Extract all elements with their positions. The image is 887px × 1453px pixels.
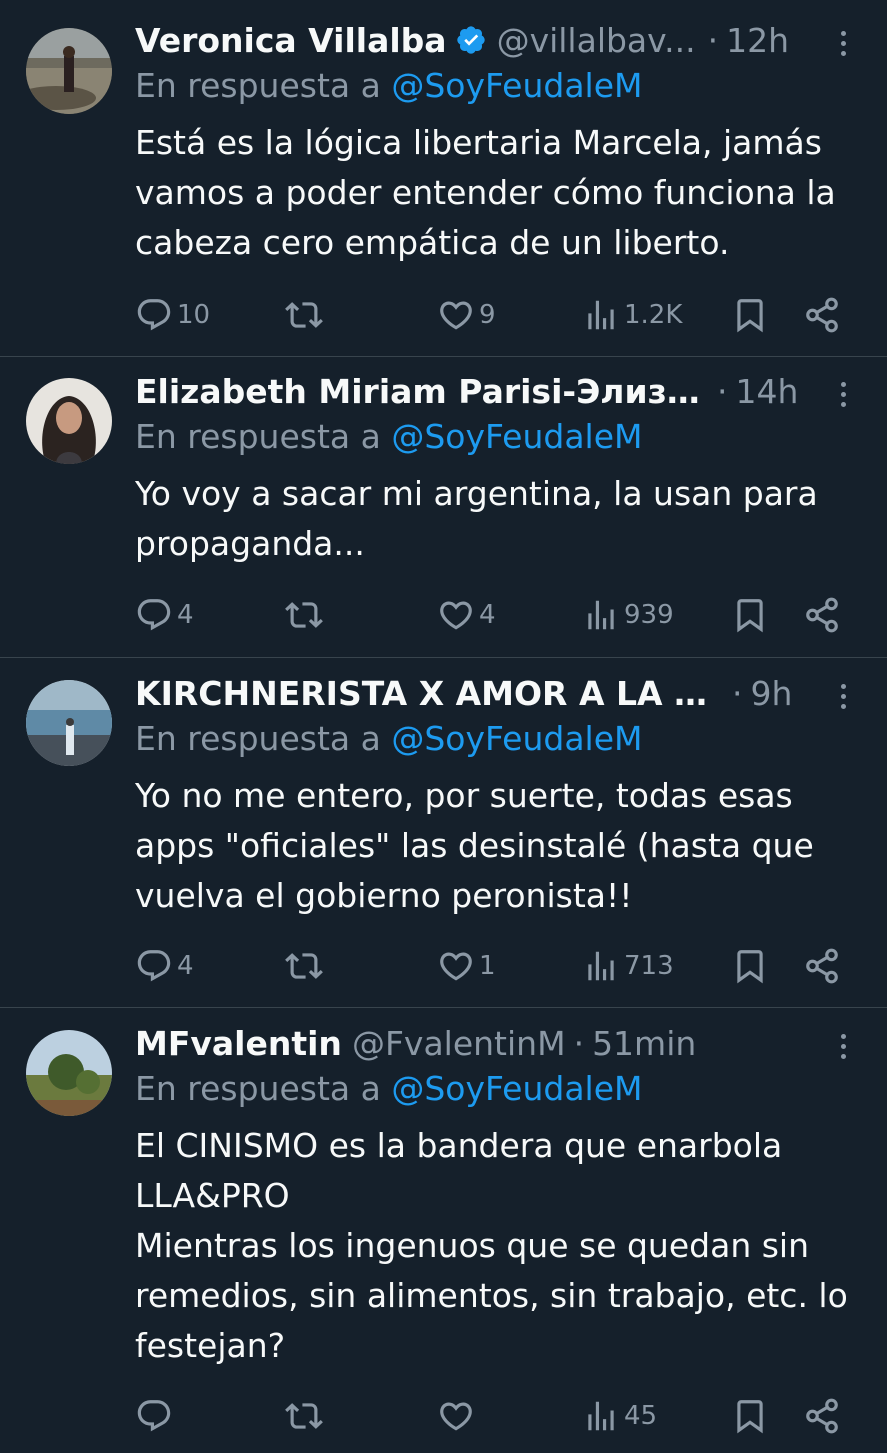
views-button[interactable]: 713	[582, 946, 674, 986]
reply-button[interactable]: 10	[135, 295, 210, 335]
tweet-actions: 10 9 1.2K	[135, 295, 887, 335]
bookmark-button[interactable]	[731, 946, 769, 986]
bookmark-button[interactable]	[731, 295, 769, 335]
display-name[interactable]: KIRCHNERISTA X AMOR A LA P...	[135, 674, 720, 713]
views-icon	[582, 596, 620, 634]
tweet-text: Yo no me entero, por suerte, todas esas …	[135, 776, 814, 915]
avatar[interactable]	[26, 28, 112, 114]
tweet-text: Yo voy a sacar mi argentina, la usan par…	[135, 474, 818, 563]
reply-button[interactable]	[135, 1396, 177, 1436]
mention-link[interactable]: @SoyFeudaleM	[391, 66, 642, 105]
views-icon	[582, 1397, 620, 1435]
share-button[interactable]	[803, 595, 841, 635]
share-icon	[803, 596, 841, 634]
retweet-button[interactable]	[285, 946, 323, 986]
reply-button[interactable]: 4	[135, 595, 194, 635]
like-button[interactable]	[437, 1396, 479, 1436]
share-button[interactable]	[803, 295, 841, 335]
more-options-icon[interactable]	[833, 676, 853, 716]
bookmark-button[interactable]	[731, 1396, 769, 1436]
like-button[interactable]: 1	[437, 946, 496, 986]
views-button[interactable]: 939	[582, 595, 674, 635]
timestamp[interactable]: 51min	[592, 1024, 696, 1063]
heart-icon	[437, 296, 475, 334]
mention-link[interactable]: @SoyFeudaleM	[391, 417, 642, 456]
views-icon	[582, 296, 620, 334]
reply-button[interactable]: 4	[135, 946, 194, 986]
more-options-icon[interactable]	[833, 1026, 853, 1066]
handle[interactable]: @villalbav...	[497, 21, 696, 60]
avatar[interactable]	[26, 378, 112, 464]
mention-link[interactable]: @SoyFeudaleM	[391, 1069, 642, 1108]
heart-icon	[437, 1397, 475, 1435]
mention-link[interactable]: @SoyFeudaleM	[391, 719, 642, 758]
bookmark-icon	[731, 596, 769, 634]
tweet-actions: 45	[135, 1396, 887, 1436]
like-button[interactable]: 9	[437, 295, 496, 335]
reply-context: En respuesta a @SoyFeudaleM	[135, 417, 643, 456]
display-name[interactable]: Elizabeth Miriam Parisi-Элиза...	[135, 372, 705, 411]
tweet-header: MFvalentin @FvalentinM · 51min	[135, 1023, 697, 1063]
reply-icon	[135, 296, 173, 334]
tweet[interactable]: Veronica Villalba @villalbav... · 12h En…	[0, 0, 887, 357]
display-name[interactable]: Veronica Villalba	[135, 21, 447, 60]
tweet[interactable]: MFvalentin @FvalentinM · 51min En respue…	[0, 1008, 887, 1453]
display-name[interactable]: MFvalentin	[135, 1024, 342, 1063]
reply-context: En respuesta a @SoyFeudaleM	[135, 1069, 643, 1108]
retweet-button[interactable]	[285, 295, 323, 335]
views-button[interactable]: 1.2K	[582, 295, 682, 335]
tweet[interactable]: KIRCHNERISTA X AMOR A LA P... · 9h En re…	[0, 658, 887, 1008]
bookmark-icon	[731, 296, 769, 334]
retweet-button[interactable]	[285, 1396, 323, 1436]
retweet-icon	[285, 1397, 323, 1435]
tweet[interactable]: Elizabeth Miriam Parisi-Элиза... · 14h E…	[0, 357, 887, 658]
share-icon	[803, 1397, 841, 1435]
verified-badge-icon	[455, 24, 487, 56]
share-icon	[803, 947, 841, 985]
reply-icon	[135, 1397, 173, 1435]
reply-context: En respuesta a @SoyFeudaleM	[135, 719, 643, 758]
bookmark-button[interactable]	[731, 595, 769, 635]
more-options-icon[interactable]	[833, 23, 853, 63]
reply-context: En respuesta a @SoyFeudaleM	[135, 66, 643, 105]
views-icon	[582, 947, 620, 985]
handle[interactable]: @FvalentinM	[352, 1024, 566, 1063]
retweet-button[interactable]	[285, 595, 323, 635]
views-button[interactable]: 45	[582, 1396, 657, 1436]
retweet-icon	[285, 947, 323, 985]
tweet-header: KIRCHNERISTA X AMOR A LA P... · 9h	[135, 673, 793, 713]
retweet-icon	[285, 596, 323, 634]
tweet-actions: 4 1 713	[135, 946, 887, 986]
share-button[interactable]	[803, 1396, 841, 1436]
tweet-actions: 4 4 939	[135, 595, 887, 635]
tweet-header: Elizabeth Miriam Parisi-Элиза... · 14h	[135, 371, 799, 411]
bookmark-icon	[731, 947, 769, 985]
heart-icon	[437, 947, 475, 985]
reply-icon	[135, 596, 173, 634]
timestamp[interactable]: 9h	[751, 674, 793, 713]
like-button[interactable]: 4	[437, 595, 496, 635]
avatar[interactable]	[26, 1030, 112, 1116]
tweet-text: El CINISMO es la bandera que enarbola LL…	[135, 1126, 848, 1365]
share-button[interactable]	[803, 946, 841, 986]
timestamp[interactable]: 12h	[726, 21, 789, 60]
avatar[interactable]	[26, 680, 112, 766]
retweet-icon	[285, 296, 323, 334]
share-icon	[803, 296, 841, 334]
timestamp[interactable]: 14h	[736, 372, 799, 411]
more-options-icon[interactable]	[833, 374, 853, 414]
tweet-text: Está es la lógica libertaria Marcela, ja…	[135, 123, 836, 262]
bookmark-icon	[731, 1397, 769, 1435]
reply-icon	[135, 947, 173, 985]
tweet-header: Veronica Villalba @villalbav... · 12h	[135, 20, 789, 60]
heart-icon	[437, 596, 475, 634]
